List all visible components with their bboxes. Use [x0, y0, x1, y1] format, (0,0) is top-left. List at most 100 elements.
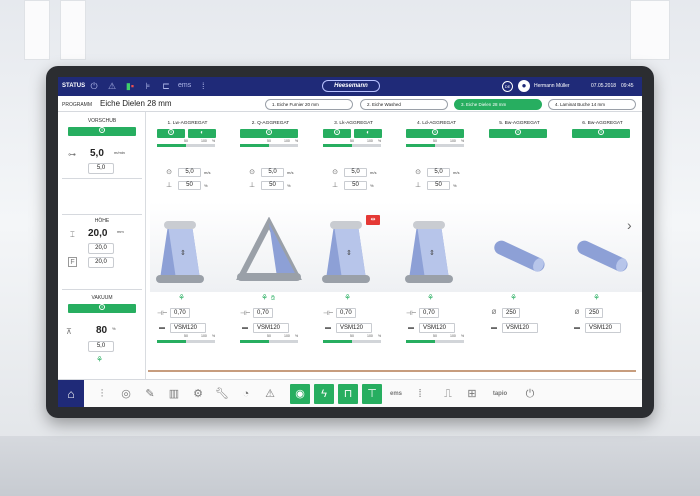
warning-icon[interactable]: ⚠ — [106, 80, 118, 92]
user-avatar-icon[interactable]: ● — [518, 80, 530, 92]
aggregate-value[interactable]: 0,70 — [419, 308, 439, 318]
program-tab-3[interactable]: 3. Eiche Dielen 28 mm — [454, 99, 542, 110]
aggregate-machine-illustration[interactable]: ⇕ — [399, 217, 474, 287]
grit-icon: ▬ — [325, 325, 331, 331]
background-window — [630, 0, 670, 60]
speed-value[interactable]: 5,0 — [344, 167, 367, 177]
language-selector[interactable]: DE — [502, 81, 513, 92]
chart-icon[interactable]: ▥ — [164, 384, 184, 404]
info-icon: i — [432, 129, 438, 136]
speed-value[interactable]: 5,0 — [178, 167, 201, 177]
machine-icon[interactable]: ⊏ — [160, 80, 172, 92]
aggregate-tool-button[interactable]: ◐ — [188, 129, 216, 138]
top-progress-bar — [406, 144, 464, 147]
aggregate-info-button[interactable]: i — [572, 129, 630, 138]
aggregate-machine-illustration[interactable] — [233, 216, 308, 287]
vacuum-info-button[interactable]: i — [68, 304, 136, 313]
disc-icon[interactable]: ◎ — [116, 384, 136, 404]
aggregate-info-button[interactable]: i — [406, 129, 464, 138]
wrench-icon[interactable]: 🔧︎ — [212, 384, 232, 404]
percent-value[interactable]: 50 — [261, 180, 284, 190]
aggregate-value[interactable]: 250 — [585, 308, 604, 318]
feed-info-button[interactable]: i — [68, 127, 136, 136]
brush-icon[interactable]: ⫶ — [92, 384, 112, 404]
svg-text:⇕: ⇕ — [346, 249, 352, 257]
floor — [0, 436, 700, 496]
speed-icon: ⊙ — [332, 169, 338, 176]
sanding-icon[interactable]: ◉ — [290, 384, 310, 404]
horizontal-scrollbar[interactable] — [148, 370, 636, 372]
aggregate-info-button[interactable]: i — [240, 129, 298, 138]
program-tab-4[interactable]: 4. Laminat Buche 14 mm — [548, 99, 636, 110]
vacuum-set-value[interactable]: 5,0 — [88, 341, 114, 352]
aggregate-info-button[interactable]: i — [323, 129, 351, 138]
ems-label[interactable]: ems — [178, 80, 191, 92]
height-section: HÖHE — [58, 218, 146, 224]
info-icon: i — [515, 129, 521, 136]
left-panel: VORSCHUB i ⊶ 5,0 m/min 5,0 HÖHE ⌶ 20,0 m… — [58, 112, 146, 379]
info-icon: i — [334, 129, 340, 136]
gauge-icon[interactable]: ◔ — [236, 384, 256, 404]
chevron-right-icon[interactable]: › — [627, 217, 632, 233]
vacuum-title: VAKUUM — [91, 295, 113, 301]
abrasive-code[interactable]: VSM120 — [585, 323, 621, 333]
user-name[interactable]: Hermann Müller — [534, 83, 570, 89]
aggregate-value[interactable]: 0,70 — [170, 308, 190, 318]
aggregate-machine-illustration[interactable] — [482, 217, 557, 287]
abrasive-code[interactable]: VSM120 — [253, 323, 289, 333]
height-set-value-1[interactable]: 20,0 — [88, 243, 114, 254]
percent-value[interactable]: 50 — [344, 180, 367, 190]
aggregate-info-button[interactable]: i — [157, 129, 185, 138]
aggregate-value[interactable]: 250 — [502, 308, 521, 318]
robot-arm-icon[interactable]: ▮▪ — [124, 80, 136, 92]
abrasive-code[interactable]: VSM120 — [419, 323, 455, 333]
height-set-value-2[interactable]: 20,0 — [88, 257, 114, 268]
speed-value[interactable]: 5,0 — [427, 167, 450, 177]
aggregate-machine-illustration[interactable]: ⇕ — [150, 217, 225, 287]
speed-value[interactable]: 5,0 — [261, 167, 284, 177]
home-icon[interactable]: ⌂ — [58, 380, 84, 407]
bar-label-end: 100 — [450, 334, 456, 338]
network-icon[interactable]: ⊞ — [462, 384, 482, 404]
percent-value[interactable]: 50 — [427, 180, 450, 190]
aggregate-machine-illustration[interactable]: ⇕ — [316, 217, 391, 287]
abrasive-code[interactable]: VSM120 — [502, 323, 538, 333]
gears-icon[interactable]: ⚙ — [188, 384, 208, 404]
pressure-icon: ⊥ — [165, 182, 173, 189]
feed-set-value[interactable]: 5,0 — [88, 163, 114, 174]
ladder-icon[interactable]: ⊧ — [142, 80, 154, 92]
bar-label-unit: % — [295, 334, 299, 338]
aggregate-title: 4. Ld-AGGREGAT — [416, 121, 457, 126]
aggregate-column: 5. Bw-AGGREGAT i ⚘ Ø 250 ▬ VSM120 — [482, 112, 565, 379]
aggregate-value[interactable]: 0,70 — [336, 308, 356, 318]
program-tab-2[interactable]: 2. Eiche Washed — [360, 99, 448, 110]
camera-icon[interactable]: ⎍ — [438, 384, 458, 404]
power-icon[interactable]: ⏻ — [88, 80, 100, 92]
aggregate-info-button[interactable]: i — [489, 129, 547, 138]
abrasive-code[interactable]: VSM120 — [336, 323, 372, 333]
abrasive-code[interactable]: VSM120 — [170, 323, 206, 333]
machine-b-icon[interactable]: ⊤ — [362, 384, 382, 404]
date-display: 07.05.2018 — [591, 83, 617, 89]
vacuum-unit: % — [112, 326, 116, 331]
power-icon[interactable]: ⏻ — [520, 384, 540, 404]
tapio-button[interactable]: tapio — [488, 384, 512, 404]
alarm-icon[interactable]: ⇹ — [366, 215, 380, 225]
monitor-frame: STATUS ⏻ ⚠ ▮▪ ⊧ ⊏ ems ⁞ Heesemann DE ● H… — [46, 66, 654, 418]
ems-button[interactable]: ems — [386, 384, 406, 404]
bottom-progress-bar — [406, 340, 464, 343]
program-tab-1[interactable]: 1. Eiche Furnier 20 mm — [265, 99, 353, 110]
warning-icon[interactable]: ⚠ — [260, 384, 280, 404]
aggregate-tool-button[interactable]: ◐ — [354, 129, 382, 138]
tool-icon: ◐ — [366, 130, 370, 136]
aggregate-title: 5. Bw-AGGREGAT — [499, 121, 540, 126]
aggregate-value[interactable]: 0,70 — [253, 308, 273, 318]
pen-icon[interactable]: ✎ — [140, 384, 160, 404]
progress-fill — [240, 144, 269, 147]
percent-value[interactable]: 50 — [178, 180, 201, 190]
level-icon[interactable]: ⁞ — [410, 384, 430, 404]
lightning-icon[interactable]: ϟ — [314, 384, 334, 404]
bar-label-end: 100 — [284, 139, 290, 143]
machine-a-icon[interactable]: ⊓ — [338, 384, 358, 404]
level-icon[interactable]: ⁞ — [197, 80, 209, 92]
